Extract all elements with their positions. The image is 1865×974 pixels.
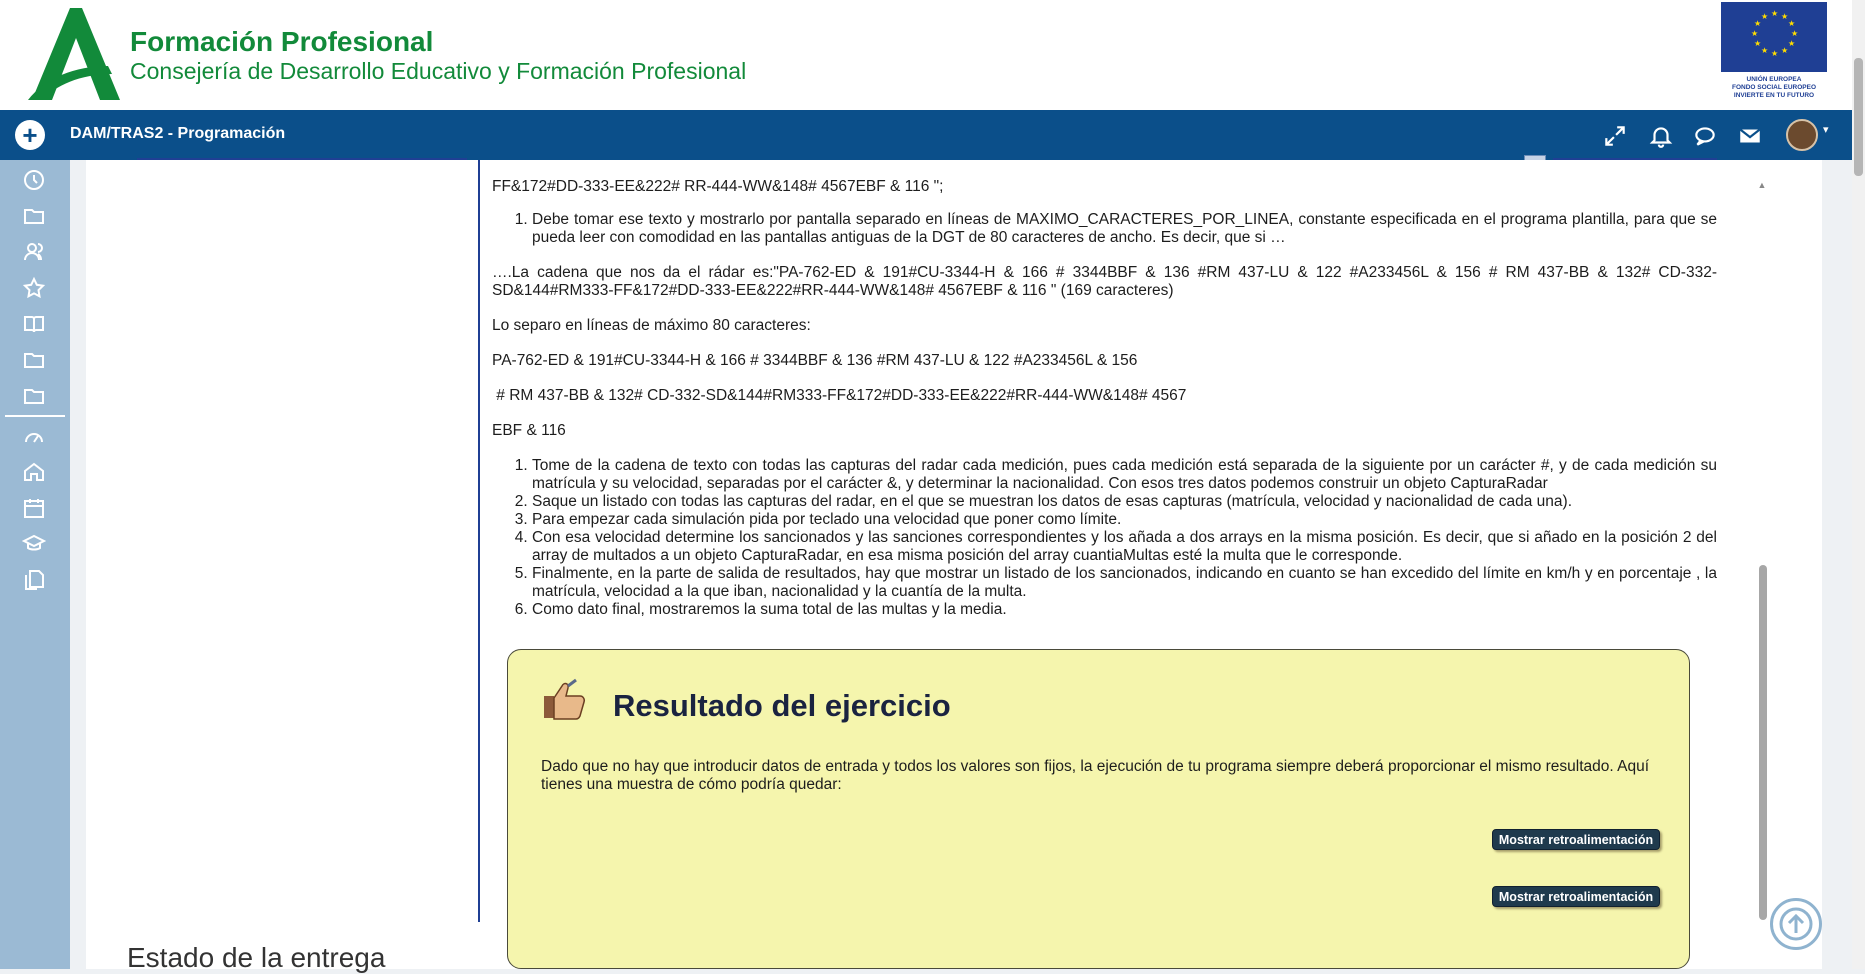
svg-text:★: ★ bbox=[1754, 39, 1761, 48]
chat-icon[interactable] bbox=[1692, 123, 1718, 149]
sidebar-divider bbox=[5, 415, 65, 417]
book-icon[interactable] bbox=[22, 312, 46, 336]
result-title: Resultado del ejercicio bbox=[613, 688, 951, 723]
graduation-cap-icon[interactable] bbox=[22, 532, 46, 556]
thumbs-up-icon bbox=[544, 678, 585, 720]
brand-title: Formación Profesional bbox=[130, 26, 434, 57]
split-line: PA-762-ED & 191#CU-3344-H & 166 # 3344BB… bbox=[492, 352, 1138, 369]
left-sidebar bbox=[0, 160, 70, 969]
home-icon[interactable] bbox=[22, 460, 46, 484]
section-heading: Estado de la entrega bbox=[127, 942, 386, 973]
site-header: Formación Profesional Consejería de Desa… bbox=[0, 0, 1865, 110]
eu-logo: ★ ★ ★ ★ ★ ★ ★ ★ ★ ★ ★ ★ UNIÓN EUROPEA FONDO SOCI… bbox=[1721, 2, 1827, 102]
avatar[interactable] bbox=[1786, 119, 1818, 151]
svg-text:★: ★ bbox=[1771, 49, 1778, 58]
scroll-to-top-button[interactable] bbox=[1770, 898, 1822, 950]
add-button[interactable]: + bbox=[15, 120, 45, 150]
arrow-up-icon bbox=[1779, 907, 1813, 941]
split-line: # RM 437-BB & 132# CD-332-SD&144#RM333-F… bbox=[492, 387, 1187, 404]
eu-flag: ★ ★ ★ ★ ★ ★ ★ ★ ★ ★ ★ ★ bbox=[1721, 2, 1827, 72]
top-navbar: + DAM/TRAS2 - Programación ▾ bbox=[0, 110, 1852, 160]
list-item: Tome de la cadena de texto con todas las… bbox=[532, 457, 1717, 493]
list-item: Finalmente, en la parte de salida de res… bbox=[532, 565, 1717, 601]
calendar-icon[interactable] bbox=[22, 496, 46, 520]
result-box: Resultado del ejercicio Dado que no hay … bbox=[507, 649, 1690, 969]
paragraph: Lo separo en líneas de máximo 80 caracte… bbox=[492, 317, 811, 334]
list-item: Para empezar cada simulación pida por te… bbox=[532, 511, 1717, 529]
dashboard-icon[interactable] bbox=[22, 424, 46, 448]
svg-text:★: ★ bbox=[1788, 39, 1795, 48]
link-underline bbox=[137, 158, 467, 160]
folder-icon[interactable] bbox=[22, 348, 46, 372]
svg-text:★: ★ bbox=[1761, 12, 1768, 21]
folder-icon[interactable] bbox=[22, 204, 46, 228]
svg-text:★: ★ bbox=[1751, 29, 1758, 38]
files-icon[interactable] bbox=[22, 568, 46, 592]
list-item: Saque un listado con todas las capturas … bbox=[532, 493, 1717, 511]
list-item: Debe tomar ese texto y mostrarlo por pan… bbox=[532, 211, 1717, 247]
page-scrollbar-thumb[interactable] bbox=[1854, 58, 1863, 176]
list-item: Como dato final, mostraremos la suma tot… bbox=[532, 601, 1717, 619]
fullscreen-icon[interactable] bbox=[1602, 123, 1628, 149]
show-feedback-button[interactable]: Mostrar retroalimentación bbox=[1492, 886, 1660, 907]
svg-text:★: ★ bbox=[1761, 46, 1768, 55]
show-feedback-button[interactable]: Mostrar retroalimentación bbox=[1492, 829, 1660, 850]
brand-subtitle: Consejería de Desarrollo Educativo y For… bbox=[130, 58, 747, 84]
eu-caption: UNIÓN EUROPEA FONDO SOCIAL EUROPEO INVIE… bbox=[1731, 76, 1817, 99]
split-line: EBF & 116 bbox=[492, 422, 566, 439]
star-icon[interactable] bbox=[22, 276, 46, 300]
result-text: Dado que no hay que introducir datos de … bbox=[541, 758, 1650, 793]
instruction-list: Debe tomar ese texto y mostrarlo por pan… bbox=[492, 211, 1717, 247]
radar-string-paragraph: ….La cadena que nos da el rádar es:"PA-7… bbox=[492, 264, 1717, 299]
svg-text:★: ★ bbox=[1781, 46, 1788, 55]
bell-icon[interactable] bbox=[1648, 123, 1674, 149]
svg-text:★: ★ bbox=[1788, 19, 1795, 28]
svg-text:★: ★ bbox=[1771, 9, 1778, 18]
task-list: Tome de la cadena de texto con todas las… bbox=[492, 457, 1717, 619]
course-title[interactable]: DAM/TRAS2 - Programación bbox=[70, 125, 285, 143]
mail-icon[interactable] bbox=[1737, 123, 1763, 149]
code-line: FF&172#DD-333-EE&222# RR-444-WW&148# 456… bbox=[492, 178, 944, 195]
caret-down-icon[interactable]: ▾ bbox=[1823, 123, 1829, 136]
frame-scrollbar-thumb[interactable] bbox=[1759, 565, 1767, 920]
clock-icon[interactable] bbox=[22, 168, 46, 192]
folder-icon[interactable] bbox=[22, 384, 46, 408]
junta-andalucia-logo bbox=[28, 8, 120, 100]
exercise-description: FF&172#DD-333-EE&222# RR-444-WW&148# 456… bbox=[492, 178, 1717, 619]
users-icon[interactable] bbox=[22, 240, 46, 264]
scroll-up-arrow[interactable]: ▲ bbox=[1757, 180, 1767, 190]
list-item: Con esa velocidad determine los sanciona… bbox=[532, 529, 1717, 565]
svg-text:★: ★ bbox=[1791, 29, 1798, 38]
